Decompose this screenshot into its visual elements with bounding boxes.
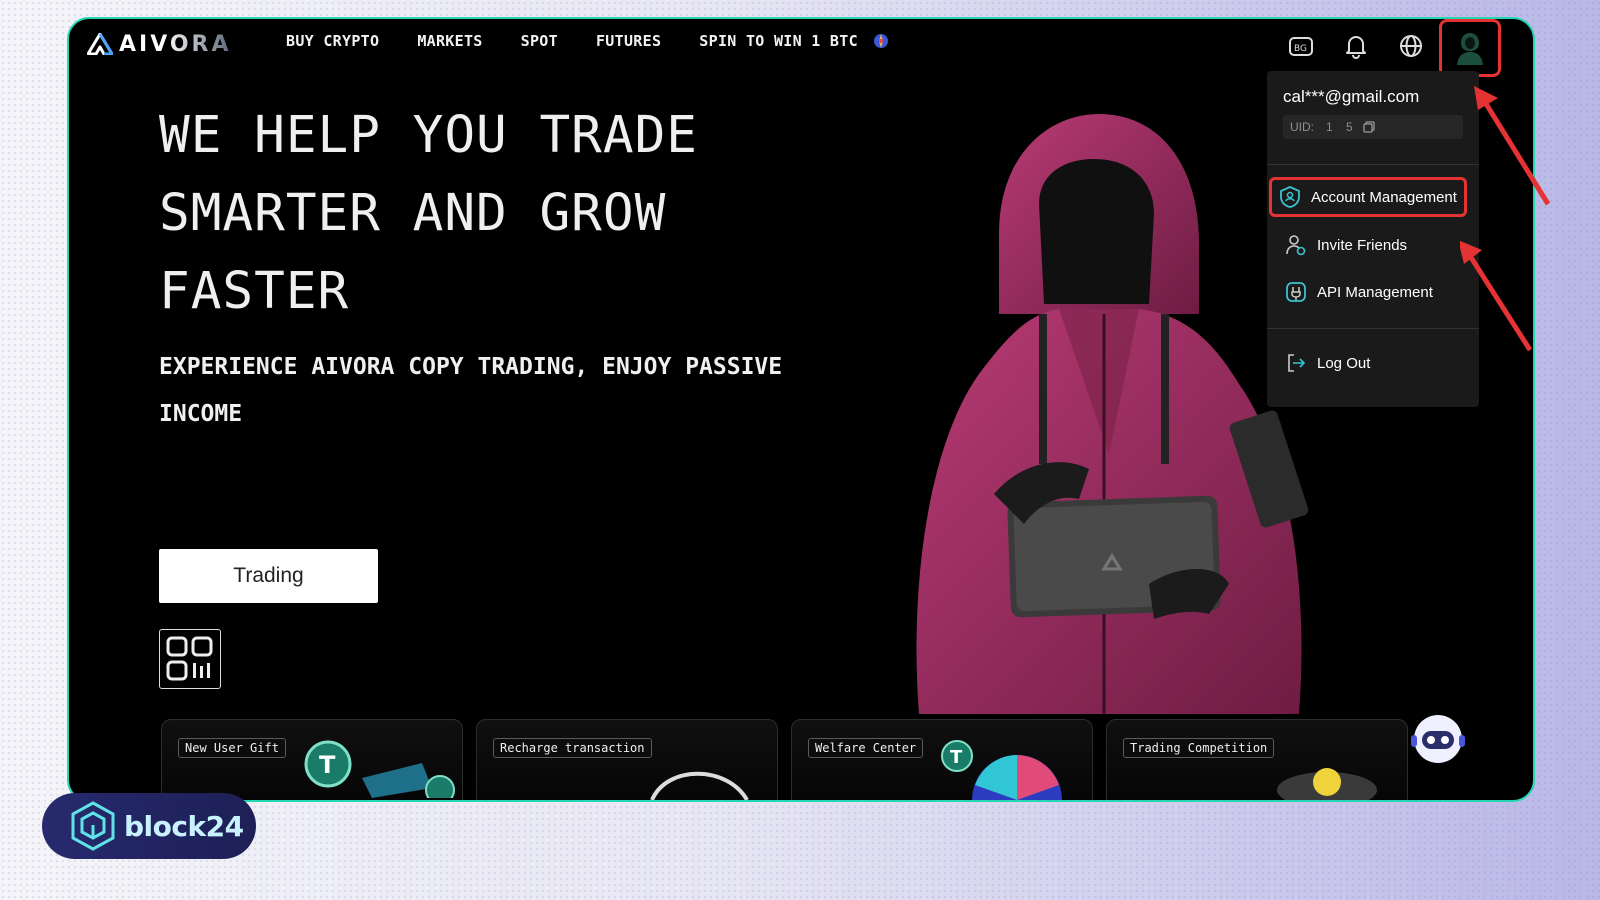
menu-divider [1267, 164, 1479, 165]
avatar-icon [1457, 33, 1483, 65]
menu-divider [1267, 328, 1479, 329]
card-trading-competition[interactable]: Trading Competition [1106, 719, 1408, 800]
gift-box-icon[interactable]: BG [1287, 32, 1315, 60]
nav-spin-label[interactable]: SPIN TO WIN 1 BTC [699, 32, 858, 50]
logout-icon [1288, 354, 1306, 372]
browser-frame: AIVORA BUY CRYPTO MARKETS SPOT FUTURES S… [67, 17, 1535, 802]
menu-label: Log Out [1317, 354, 1371, 372]
uid-value: 1 5 [1326, 120, 1353, 134]
svg-text:BG: BG [1294, 44, 1307, 54]
logo-text: AIVORA [119, 31, 232, 57]
hero-subtitle: EXPERIENCE AIVORA COPY TRADING, ENJOY PA… [159, 354, 783, 427]
hooded-figure-illustration [916, 114, 1309, 714]
card-recharge-transaction[interactable]: Recharge transaction [476, 719, 778, 800]
nav-markets[interactable]: MARKETS [417, 32, 482, 50]
svg-text:T: T [950, 747, 963, 768]
watermark-text: block24 [124, 809, 244, 843]
menu-label: API Management [1317, 283, 1433, 301]
qr-code-icon[interactable] [159, 629, 221, 689]
top-nav: BUY CRYPTO MARKETS SPOT FUTURES SPIN TO … [286, 32, 890, 50]
card-welfare-center[interactable]: Welfare Center T [791, 719, 1093, 800]
menu-log-out[interactable]: Log Out [1277, 343, 1471, 383]
nav-buy-crypto[interactable]: BUY CRYPTO [286, 32, 379, 50]
user-email: cal***@gmail.com [1283, 87, 1420, 106]
menu-label: Account Management [1311, 188, 1457, 206]
uid-row: UID: 1 5 [1283, 115, 1463, 139]
globe-icon[interactable] [1397, 32, 1425, 60]
svg-text:T: T [319, 751, 336, 779]
card-label: Recharge transaction [493, 738, 652, 758]
card-label: New User Gift [178, 738, 286, 758]
card-new-user-gift[interactable]: New User Gift T [161, 719, 463, 800]
menu-account-management[interactable]: Account Management [1269, 177, 1467, 217]
uid-label: UID: [1290, 120, 1314, 134]
prize-wheel-icon: T [941, 740, 1062, 800]
menu-label: Invite Friends [1317, 236, 1408, 254]
copy-icon[interactable] [1363, 121, 1375, 133]
aivora-logo-icon [87, 33, 113, 55]
aivora-logo[interactable]: AIVORA [87, 29, 232, 59]
nav-spot[interactable]: SPOT [521, 32, 558, 50]
menu-api-management[interactable]: API Management [1277, 272, 1471, 312]
shield-user-icon [1280, 186, 1300, 208]
nav-spin-to-win[interactable]: SPIN TO WIN 1 BTC [699, 32, 890, 50]
block24-logo-icon [71, 801, 115, 851]
hero-title: WE HELP YOU TRADE SMARTER AND GROW FASTE… [159, 106, 698, 321]
spin-wheel-icon [873, 34, 888, 48]
robot-assistant-icon[interactable] [1409, 709, 1467, 767]
trophy-graphic [1277, 768, 1377, 800]
account-dropdown: cal***@gmail.com UID: 1 5 Account Manage… [1267, 71, 1479, 407]
menu-invite-friends[interactable]: Invite Friends [1277, 225, 1471, 265]
api-icon [1286, 282, 1306, 302]
card-label: Welfare Center [808, 738, 924, 758]
invite-user-icon [1286, 235, 1306, 256]
nav-futures[interactable]: FUTURES [596, 32, 661, 50]
tether-coin-icon: T [304, 740, 455, 798]
avatar-button[interactable] [1439, 19, 1501, 77]
annotation-arrows [1460, 86, 1551, 352]
bell-icon[interactable] [1342, 32, 1370, 60]
trading-button[interactable]: Trading [159, 549, 378, 603]
recharge-graphic [650, 771, 749, 800]
block24-watermark: block24 [42, 793, 256, 859]
card-label: Trading Competition [1123, 738, 1275, 758]
